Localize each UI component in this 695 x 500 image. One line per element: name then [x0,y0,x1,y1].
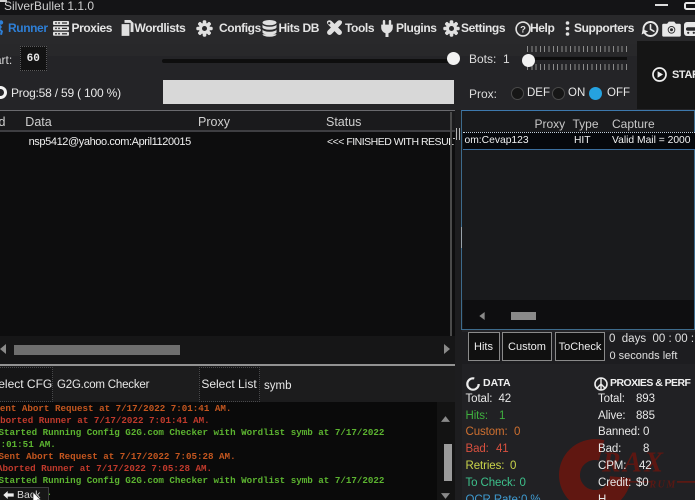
svg-text:?: ? [520,24,526,35]
svg-text:RUM: RUM [649,480,677,491]
